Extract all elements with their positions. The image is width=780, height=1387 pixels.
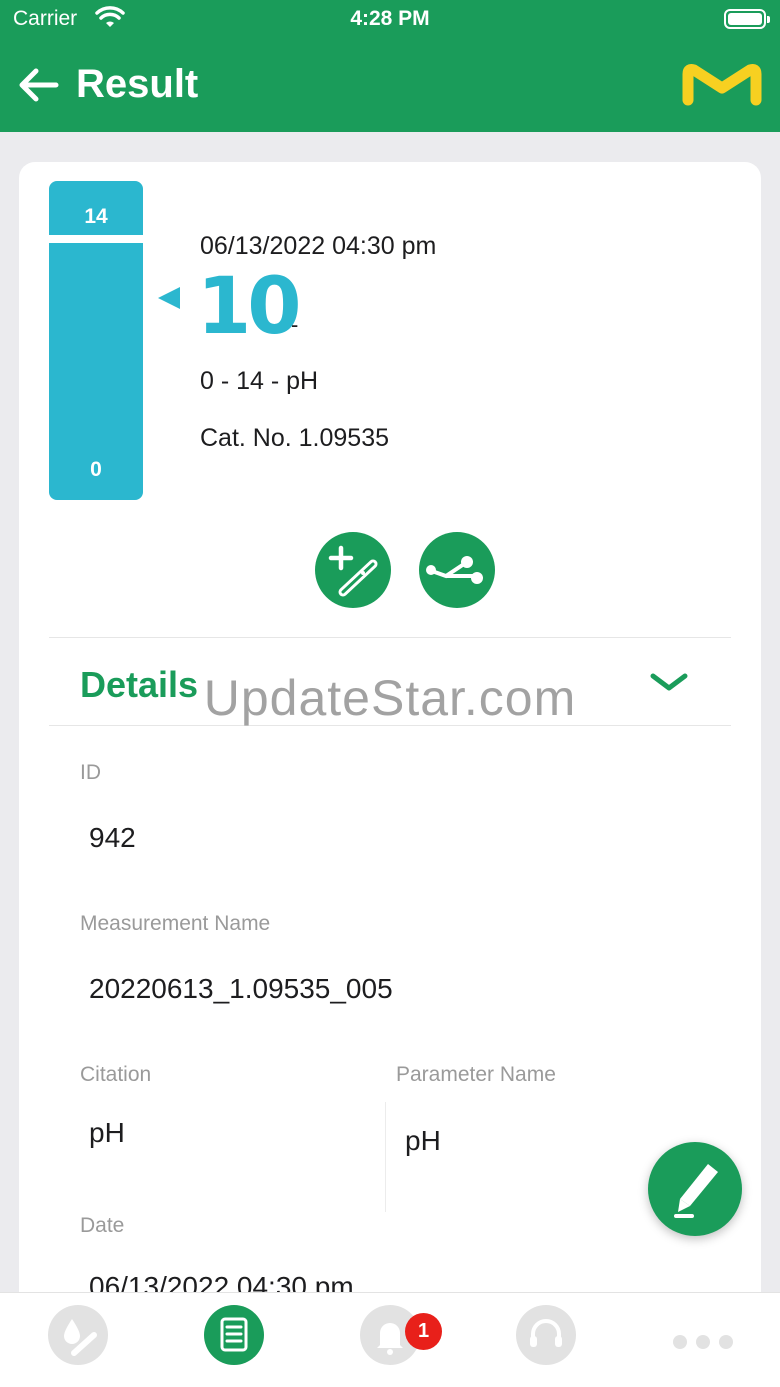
scale-level-marker (49, 235, 143, 243)
share-button[interactable] (419, 532, 495, 608)
notification-badge: 1 (405, 1313, 442, 1350)
parameter-name-value: pH (405, 1125, 441, 1156)
result-range: 0 - 14 - pH (200, 367, 319, 395)
back-arrow-icon[interactable] (14, 60, 64, 110)
result-date: 06/13/2022 04:30 pm (200, 232, 437, 260)
add-test-strip-icon (328, 545, 378, 597)
document-list-icon (220, 1317, 248, 1352)
headset-icon (530, 1319, 562, 1347)
measurement-name-value: 20220613_1.09535_005 (89, 973, 393, 1004)
edit-fab-button[interactable] (648, 1142, 742, 1236)
pencil-icon (674, 1164, 718, 1218)
brand-logo-icon (682, 64, 762, 106)
citation-value: pH (89, 1117, 125, 1148)
citation-label: Citation (80, 1063, 152, 1086)
id-value: 942 (89, 822, 136, 853)
battery-icon (724, 9, 770, 29)
id-label: ID (80, 761, 101, 784)
clock: 4:28 PM (350, 7, 430, 30)
scale-min-label: 0 (90, 458, 102, 481)
app-header: Result (0, 40, 780, 132)
watermark-text: UpdateStar.com (203, 670, 577, 726)
status-bar: Carrier 4:28 PM (0, 0, 780, 40)
column-divider (385, 1102, 386, 1212)
result-unit: - (291, 312, 299, 337)
tab-support[interactable] (516, 1305, 576, 1365)
ph-scale-bar: 14 0 (49, 181, 143, 500)
drop-strip-icon (64, 1319, 97, 1356)
measurement-name-label: Measurement Name (80, 912, 271, 935)
add-measurement-button[interactable] (315, 532, 391, 608)
date-label: Date (80, 1214, 125, 1237)
bottom-tab-bar (0, 1292, 780, 1387)
tab-measure[interactable] (48, 1305, 108, 1365)
more-dots-icon[interactable] (672, 1334, 734, 1350)
page-title: Result (76, 62, 199, 106)
parameter-name-label: Parameter Name (396, 1063, 556, 1086)
catalog-number: Cat. No. 1.09535 (200, 424, 390, 452)
details-top-divider (49, 637, 731, 638)
tab-results[interactable] (204, 1305, 264, 1365)
scale-max-label: 14 (84, 205, 108, 228)
result-value: 10 (197, 262, 302, 352)
share-icon (426, 556, 483, 584)
scale-pointer-icon (158, 287, 180, 309)
